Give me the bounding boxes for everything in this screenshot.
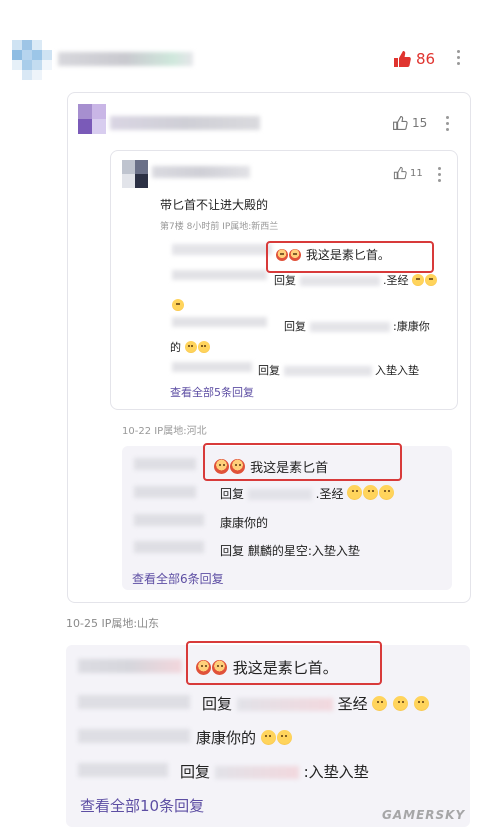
more-options-icon[interactable]: [438, 167, 442, 185]
reply-prefix: 回复: [202, 695, 233, 713]
avatar[interactable]: [12, 40, 52, 80]
reply-author-blurred: [172, 362, 252, 372]
comment-meta: 10-22 IP属地:河北: [122, 426, 207, 437]
list-item: 回复 :入垫入垫: [180, 761, 369, 782]
list-item: 回复 入垫入垫: [258, 362, 419, 378]
username-blurred[interactable]: [58, 52, 193, 66]
reply-text: .圣经: [383, 274, 409, 287]
emoji-icon: [260, 730, 276, 745]
thumbs-up-icon: [393, 166, 407, 180]
like-button[interactable]: 11: [393, 165, 423, 181]
emoji-icon: [425, 274, 437, 286]
mention-blurred: [299, 276, 380, 286]
list-item: 回复 圣经: [202, 693, 430, 714]
reply-prefix: 回复: [274, 274, 296, 287]
like-count: 11: [410, 167, 423, 179]
emoji-icon: [184, 341, 197, 353]
avatar[interactable]: [122, 160, 148, 188]
reply-author-blurred: [78, 763, 168, 777]
avatar[interactable]: [78, 104, 106, 134]
list-item: 回复 :康康你: [284, 318, 430, 334]
highlight-box: [203, 443, 402, 481]
reply-text: :康康你: [393, 320, 430, 333]
reply-author-blurred: [78, 695, 190, 709]
reply-text: 圣经: [337, 695, 368, 713]
comment-meta: 10-25 IP属地:山东: [66, 617, 160, 630]
reply-author-blurred: [172, 244, 272, 255]
reply-prefix: 回复: [180, 763, 211, 781]
view-all-replies-link[interactable]: 查看全部6条回复: [132, 570, 224, 587]
list-item: 回复 .圣经: [220, 485, 395, 502]
username-blurred[interactable]: [152, 166, 250, 178]
reply-text: .圣经: [315, 487, 344, 501]
reply-author-blurred: [134, 486, 196, 498]
reply-text: 的: [170, 341, 181, 354]
reply-prefix: 回复: [284, 320, 306, 333]
reply-prefix: 回复: [220, 487, 245, 501]
emoji-icon: [372, 696, 388, 711]
emoji-icon: [393, 696, 409, 711]
username-blurred[interactable]: [110, 116, 260, 130]
thumbs-up-icon: [393, 116, 408, 130]
mention-blurred: [236, 698, 333, 711]
reply-author-blurred: [172, 270, 267, 280]
emoji-icon: [347, 485, 363, 500]
emoji-icon: [379, 485, 395, 500]
gamersky-watermark: GAMERSKY: [382, 808, 466, 822]
comment-text: 带匕首不让进大殿的: [160, 198, 269, 212]
emoji-icon: [172, 299, 184, 311]
emoji-icon: [276, 730, 292, 745]
view-all-replies-link[interactable]: 查看全部5条回复: [170, 384, 254, 400]
emoji-icon: [413, 696, 429, 711]
reply-author-blurred: [134, 541, 204, 553]
emoji-icon: [197, 341, 210, 353]
list-item: 的: [170, 339, 211, 355]
list-item: 康康你的: [196, 727, 293, 748]
highlight-box: [186, 641, 382, 685]
thumbs-up-icon: [394, 51, 411, 67]
like-count: 86: [416, 50, 436, 68]
like-button[interactable]: 86: [392, 48, 435, 70]
reply-author-blurred: [78, 729, 190, 743]
mention-blurred: [283, 366, 372, 376]
reply-text: :入垫入垫: [303, 763, 369, 781]
reply-author-blurred: [172, 317, 267, 327]
list-item: 回复 麒麟的星空:入垫入垫: [220, 544, 360, 558]
reply-prefix: 回复: [258, 364, 280, 377]
reply-author-blurred: [78, 659, 182, 673]
reply-author-blurred: [134, 514, 204, 526]
more-options-icon[interactable]: [457, 50, 461, 68]
reply-text: 康康你的: [196, 729, 257, 747]
mention-blurred: [309, 322, 390, 332]
list-item: 康康你的: [220, 516, 269, 530]
like-count: 15: [412, 116, 428, 130]
reply-author-blurred: [134, 458, 196, 470]
emoji-icon: [412, 274, 424, 286]
view-all-replies-link[interactable]: 查看全部10条回复: [80, 795, 204, 816]
mention-blurred: [247, 489, 312, 500]
comment-meta: 第7楼 8小时前 IP属地:新西兰: [160, 222, 279, 232]
list-item: 回复 .圣经: [274, 272, 438, 288]
more-options-icon[interactable]: [446, 116, 450, 134]
like-button[interactable]: 15: [392, 114, 427, 132]
reply-text: 入垫入垫: [375, 364, 419, 377]
mention-blurred: [214, 766, 299, 779]
emoji-icon: [363, 485, 379, 500]
highlight-box: [266, 241, 434, 273]
